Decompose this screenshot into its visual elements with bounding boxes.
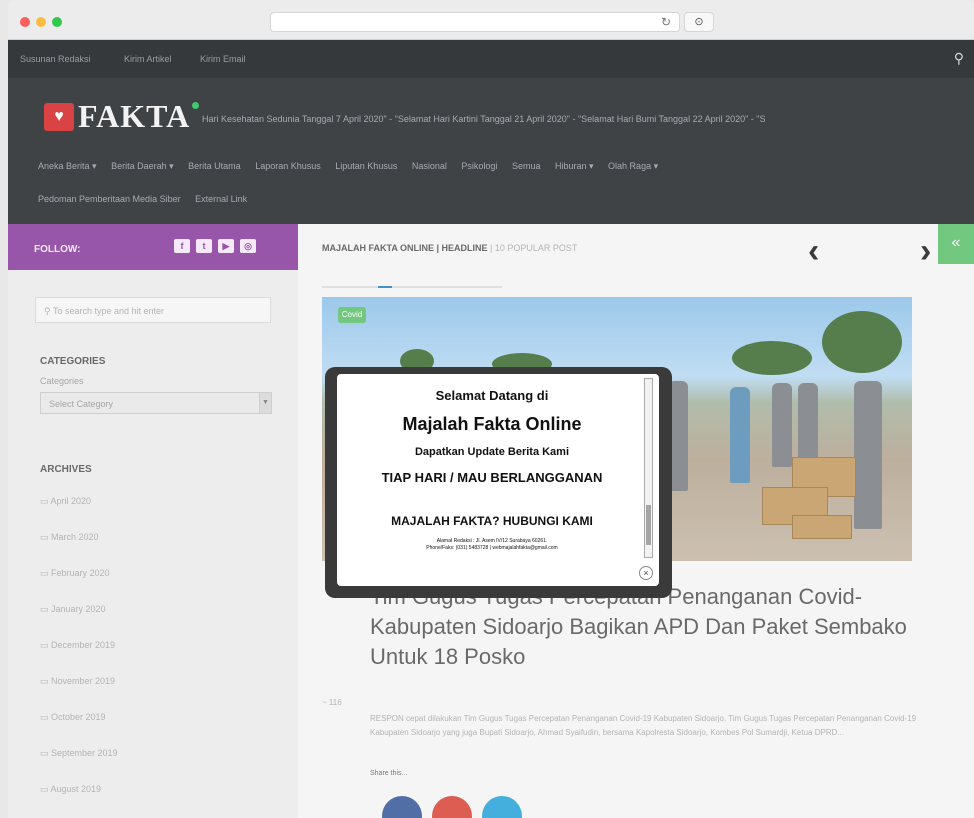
modal-scrollbar[interactable] — [644, 378, 653, 558]
address-bar[interactable]: ↻ — [270, 12, 680, 32]
modal-line-3: Dapatkan Update Berita Kami — [414, 446, 570, 458]
scrollbar-thumb[interactable] — [646, 505, 651, 545]
close-window-button[interactable] — [20, 17, 30, 27]
extension-icon[interactable]: ⊙ — [684, 12, 714, 32]
close-icon[interactable]: × — [639, 566, 653, 580]
modal-line-1: Selamat Datang di — [435, 388, 549, 403]
modal-phone-email: Phone/Faks: (031) 5483728 | webmajalahfa… — [426, 545, 558, 551]
modal-address: Alamat Redaksi : Jl. Asem IV/12 Surabaya… — [436, 538, 548, 544]
modal-title: Majalah Fakta Online — [402, 414, 582, 434]
modal-line-4: TIAP HARI / MAU BERLANGGANAN — [381, 470, 603, 485]
zoom-window-button[interactable] — [52, 17, 62, 27]
modal-line-5: MAJALAH FAKTA? HUBUNGI KAMI — [391, 514, 593, 528]
browser-toolbar: ↻ ⊙ — [8, 0, 974, 40]
welcome-modal: Selamat Datang di Majalah Fakta Online D… — [337, 374, 659, 586]
minimize-window-button[interactable] — [36, 17, 46, 27]
reload-icon[interactable]: ↻ — [661, 15, 671, 29]
modal-contact: Alamat Redaksi : Jl. Asem IV/12 Surabaya… — [347, 538, 637, 552]
